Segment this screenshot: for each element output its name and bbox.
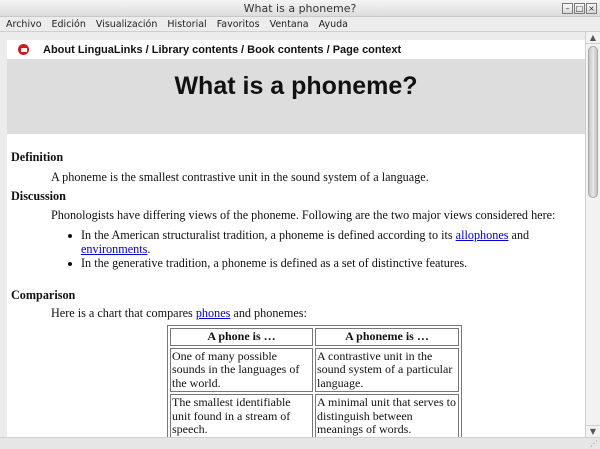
- menu-ventana[interactable]: Ventana: [270, 19, 309, 30]
- breadcrumb: About LinguaLinks / Library contents / B…: [7, 40, 585, 59]
- allophones-link[interactable]: allophones: [456, 228, 509, 242]
- comparison-intro-text: Here is a chart that compares: [51, 306, 196, 320]
- menu-visualizacion[interactable]: Visualización: [96, 19, 158, 30]
- bullet-structuralist-and: and: [508, 228, 530, 242]
- menu-edicion[interactable]: Edición: [52, 19, 86, 30]
- menu-archivo[interactable]: Archivo: [6, 19, 42, 30]
- nav-separator: /: [323, 43, 333, 56]
- comparison-intro: Here is a chart that compares phones and…: [51, 306, 307, 321]
- scroll-up-icon[interactable]: ▲: [586, 32, 600, 44]
- bullet-structuralist-cont: environments.: [81, 242, 150, 257]
- vertical-scrollbar[interactable]: ▲ ▼: [585, 32, 600, 437]
- scroll-down-icon[interactable]: ▼: [586, 425, 600, 437]
- comparison-table: A phone is … A phoneme is … One of many …: [167, 325, 462, 437]
- lingualinks-logo-icon[interactable]: [18, 44, 29, 55]
- bullet-structuralist-text: In the American structuralist tradition,…: [81, 228, 456, 242]
- nav-about-link[interactable]: About LinguaLinks: [43, 44, 143, 56]
- close-icon[interactable]: ×: [586, 3, 597, 14]
- table-row: One of many possible sounds in the langu…: [170, 347, 459, 392]
- minimize-icon[interactable]: –: [562, 3, 573, 14]
- table-row: The smallest identifiable unit found in …: [170, 394, 459, 437]
- nav-library-link[interactable]: Library contents: [152, 44, 238, 56]
- environments-link[interactable]: environments: [81, 242, 147, 256]
- nav-separator: /: [142, 43, 152, 56]
- table-cell: The smallest identifiable unit found in …: [170, 394, 314, 437]
- phones-link[interactable]: phones: [196, 306, 231, 320]
- menu-ayuda[interactable]: Ayuda: [319, 19, 348, 30]
- comparison-heading: Comparison: [11, 288, 76, 302]
- nav-separator: /: [237, 43, 248, 56]
- bullet-structuralist-period: .: [147, 242, 151, 256]
- table-header-phone: A phone is …: [170, 328, 314, 346]
- window-titlebar: What is a phoneme? – □ ×: [0, 0, 600, 17]
- discussion-heading: Discussion: [11, 189, 66, 203]
- window-controls: – □ ×: [562, 3, 597, 14]
- menu-favoritos[interactable]: Favoritos: [217, 19, 260, 30]
- definition-heading: Definition: [11, 150, 64, 164]
- bullet-structuralist: In the American structuralist tradition,…: [81, 228, 529, 243]
- table-cell: A contrastive unit in the sound system o…: [315, 347, 459, 392]
- table-cell: One of many possible sounds in the langu…: [170, 347, 314, 392]
- nav-page-context-link[interactable]: Page context: [333, 44, 401, 56]
- menubar: Archivo Edición Visualización Historial …: [0, 17, 600, 32]
- page-title: What is a phoneme?: [174, 72, 418, 100]
- bullet-icon: [68, 262, 72, 266]
- menu-historial[interactable]: Historial: [167, 19, 206, 30]
- bullet-icon: [68, 234, 72, 238]
- scroll-thumb[interactable]: [588, 46, 598, 198]
- title-band: What is a phoneme?: [7, 59, 585, 134]
- table-header-phoneme: A phoneme is …: [315, 328, 459, 346]
- page-viewport: About LinguaLinks / Library contents / B…: [7, 40, 585, 437]
- definition-text: A phoneme is the smallest contrastive un…: [51, 170, 429, 184]
- table-cell: A minimal unit that serves to distinguis…: [315, 394, 459, 437]
- comparison-intro-end: and phonemes:: [230, 306, 307, 320]
- window-title: What is a phoneme?: [243, 2, 357, 15]
- table-header-row: A phone is … A phoneme is …: [170, 328, 459, 346]
- nav-book-link[interactable]: Book contents: [247, 44, 323, 56]
- status-bar: ⋰: [0, 437, 600, 449]
- maximize-icon[interactable]: □: [574, 3, 585, 14]
- bullet-generative: In the generative tradition, a phoneme i…: [81, 256, 468, 270]
- discussion-intro: Phonologists have differing views of the…: [51, 208, 556, 222]
- resize-grip-icon[interactable]: ⋰: [590, 439, 598, 448]
